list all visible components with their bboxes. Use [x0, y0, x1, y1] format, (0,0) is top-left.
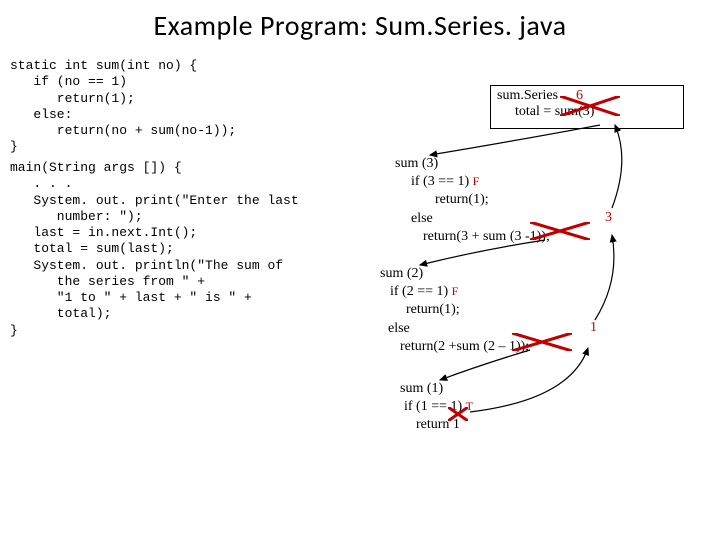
box-result: 6: [576, 88, 583, 104]
trace3-cond: if (3 == 1): [411, 174, 469, 189]
code-main-function: main(String args []) { . . . System. out…: [10, 160, 370, 339]
trace2-ret: return(2 +sum (2 – 1));: [380, 338, 529, 356]
trace-sum2: sum (2) if (2 == 1) F return(1); else re…: [380, 265, 529, 356]
trace2-tf: F: [452, 284, 459, 298]
trace3-ret: return(3 + sum (3 -1));: [395, 228, 550, 246]
trace-sum1: sum (1) if (1 == 1) T return 1: [400, 380, 473, 435]
slide-title: Example Program: Sum.Series. java: [0, 0, 720, 43]
trace3-ret1: return(1);: [395, 191, 550, 209]
trace1-ret: return 1: [400, 416, 473, 434]
trace1-tf: T: [466, 399, 473, 413]
trace3-else: else: [395, 210, 550, 228]
trace2-call: sum (2): [380, 265, 529, 283]
trace3-tf: F: [473, 174, 480, 188]
trace1-cond: if (1 == 1): [404, 399, 462, 414]
trace3-val: 3: [605, 210, 612, 226]
trace2-ret1: return(1);: [380, 301, 529, 319]
trace2-val: 1: [590, 320, 597, 336]
trace3-call: sum (3): [395, 155, 550, 173]
box-expr: total = sum(3): [497, 104, 594, 119]
trace2-else: else: [380, 320, 529, 338]
box-label: sum.Series: [497, 88, 558, 103]
trace2-cond: if (2 == 1): [390, 284, 448, 299]
trace-sum3: sum (3) if (3 == 1) F return(1); else re…: [395, 155, 550, 246]
trace1-call: sum (1): [400, 380, 473, 398]
code-sum-function: static int sum(int no) { if (no == 1) re…: [10, 58, 370, 156]
call-box: sum.Series 6 total = sum(3): [490, 85, 684, 129]
